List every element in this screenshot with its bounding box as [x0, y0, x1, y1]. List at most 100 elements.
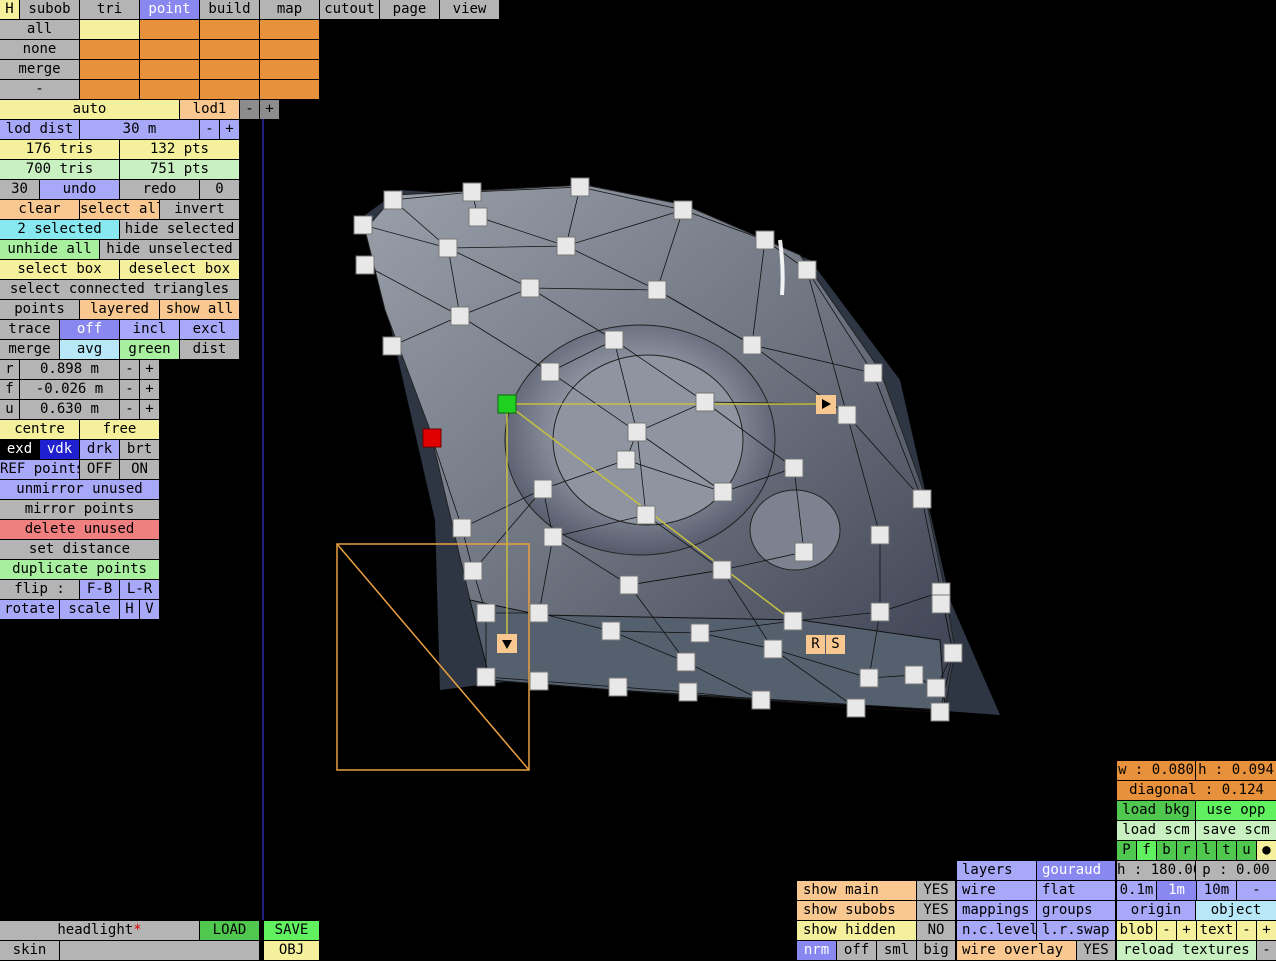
coord-f-value[interactable]: -0.026 m: [20, 380, 119, 399]
size-sml-button[interactable]: sml: [877, 941, 916, 960]
blob-minus-button[interactable]: -: [1157, 921, 1176, 940]
trace-incl-button[interactable]: incl: [120, 320, 179, 339]
undo-button[interactable]: undo: [40, 180, 119, 199]
vertex-handle[interactable]: [926, 678, 946, 698]
vertex-handle[interactable]: [636, 505, 656, 525]
skin-field[interactable]: [60, 941, 259, 960]
vertex-handle[interactable]: [870, 602, 890, 622]
shade-brt-button[interactable]: brt: [120, 440, 159, 459]
vertex-handle[interactable]: [627, 422, 647, 442]
headlight-button[interactable]: headlight*: [0, 921, 199, 940]
vertex-handle[interactable]: [673, 200, 693, 220]
vertex-handle[interactable]: [529, 671, 549, 691]
vertex-handle[interactable]: [943, 643, 963, 663]
sel-slot[interactable]: [80, 40, 139, 59]
delete-unused-button[interactable]: delete unused: [0, 520, 159, 539]
unmirror-unused-button[interactable]: unmirror unused: [0, 480, 159, 499]
vertex-handle[interactable]: [859, 668, 879, 688]
tab-point[interactable]: point: [140, 0, 199, 19]
sel-slot[interactable]: [140, 20, 199, 39]
vertex-handle[interactable]: [450, 306, 470, 326]
vertex-handle[interactable]: [647, 280, 667, 300]
vertex-handle[interactable]: [713, 482, 733, 502]
vertex-handle[interactable]: [476, 603, 496, 623]
mirror-points-button[interactable]: mirror points: [0, 500, 159, 519]
merge-green-button[interactable]: green: [120, 340, 179, 359]
vertex-handle[interactable]: [601, 621, 621, 641]
sel-slot[interactable]: [80, 60, 139, 79]
lod-plus-button[interactable]: +: [260, 100, 279, 119]
tab-map[interactable]: map: [260, 0, 319, 19]
sel-slot[interactable]: [200, 60, 259, 79]
origin-button[interactable]: origin: [1117, 901, 1195, 920]
vertex-handle[interactable]: [476, 667, 496, 687]
vertex-handle[interactable]: [837, 405, 857, 425]
vertex-handle[interactable]: [540, 362, 560, 382]
sel-slot[interactable]: [140, 40, 199, 59]
trace-excl-button[interactable]: excl: [180, 320, 239, 339]
view-p-button[interactable]: P: [1117, 841, 1136, 860]
vertex-handle[interactable]: [863, 363, 883, 383]
save-scm-button[interactable]: save scm: [1196, 821, 1276, 840]
gouraud-button[interactable]: gouraud: [1037, 861, 1115, 880]
show-hidden-toggle[interactable]: NO: [917, 921, 955, 940]
vertex-handle[interactable]: [462, 182, 482, 202]
coord-u-minus-button[interactable]: -: [120, 400, 139, 419]
tab-cutout[interactable]: cutout: [320, 0, 379, 19]
vertex-handle[interactable]: [383, 190, 403, 210]
mappings-button[interactable]: mappings: [957, 901, 1036, 920]
tab-page[interactable]: page: [380, 0, 439, 19]
vertex-handle[interactable]: [452, 518, 472, 538]
sel-none[interactable]: none: [0, 40, 79, 59]
sel-slot[interactable]: [260, 60, 319, 79]
lod-selector[interactable]: lod1: [180, 100, 239, 119]
coord-r-plus-button[interactable]: +: [140, 360, 159, 379]
groups-button[interactable]: groups: [1037, 901, 1115, 920]
arrow-down-marker[interactable]: [497, 634, 517, 653]
lod-minus-button[interactable]: -: [240, 100, 259, 119]
tab-tri[interactable]: tri: [80, 0, 139, 19]
vertex-handle[interactable]: [678, 682, 698, 702]
wire-overlay-toggle[interactable]: YES: [1077, 941, 1115, 960]
rotate-marker[interactable]: R: [806, 635, 825, 654]
load-button[interactable]: LOAD: [200, 921, 259, 940]
sel-all[interactable]: all: [0, 20, 79, 39]
vertex-handle[interactable]: [463, 561, 483, 581]
save-button[interactable]: SAVE: [264, 921, 319, 940]
ref-on-button[interactable]: ON: [120, 460, 159, 479]
vertex-handle[interactable]: [529, 603, 549, 623]
load-bkg-button[interactable]: load bkg: [1117, 801, 1195, 820]
view-t-button[interactable]: t: [1217, 841, 1236, 860]
vertex-handle[interactable]: [904, 665, 924, 685]
text-minus-button[interactable]: -: [1237, 921, 1256, 940]
select-connected-button[interactable]: select connected triangles: [0, 280, 239, 299]
hide-unselected-button[interactable]: hide unselected: [100, 240, 239, 259]
shade-vdk-button[interactable]: vdk: [40, 440, 79, 459]
vertex-handle[interactable]: [794, 542, 814, 562]
vertex-handle[interactable]: [353, 215, 373, 235]
rotate-h-button[interactable]: H: [120, 600, 139, 619]
select-box-button[interactable]: select box: [0, 260, 119, 279]
vertex-handle[interactable]: [763, 639, 783, 659]
vertex-handle[interactable]: [931, 594, 951, 614]
vertex-handle[interactable]: [619, 575, 639, 595]
vertex-handle[interactable]: [784, 458, 804, 478]
coord-u-value[interactable]: 0.630 m: [20, 400, 119, 419]
blob-button[interactable]: blob: [1117, 921, 1156, 940]
flip-fb-button[interactable]: F-B: [80, 580, 119, 599]
vertex-handle[interactable]: [797, 260, 817, 280]
tab-subob[interactable]: subob: [20, 0, 79, 19]
unhide-all-button[interactable]: unhide all: [0, 240, 99, 259]
skin-button[interactable]: skin: [0, 941, 59, 960]
invert-button[interactable]: invert: [160, 200, 239, 219]
sel-slot[interactable]: [80, 80, 139, 99]
use-opp-button[interactable]: use opp: [1196, 801, 1276, 820]
scale-button[interactable]: scale: [60, 600, 119, 619]
wire-overlay-button[interactable]: wire overlay: [957, 941, 1076, 960]
centre-button[interactable]: centre: [0, 420, 79, 439]
vertex-handle[interactable]: [533, 479, 553, 499]
size-off-button[interactable]: off: [837, 941, 876, 960]
vertex-handle[interactable]: [438, 238, 458, 258]
vertex-handle[interactable]: [604, 330, 624, 350]
size-nrm-button[interactable]: nrm: [797, 941, 836, 960]
